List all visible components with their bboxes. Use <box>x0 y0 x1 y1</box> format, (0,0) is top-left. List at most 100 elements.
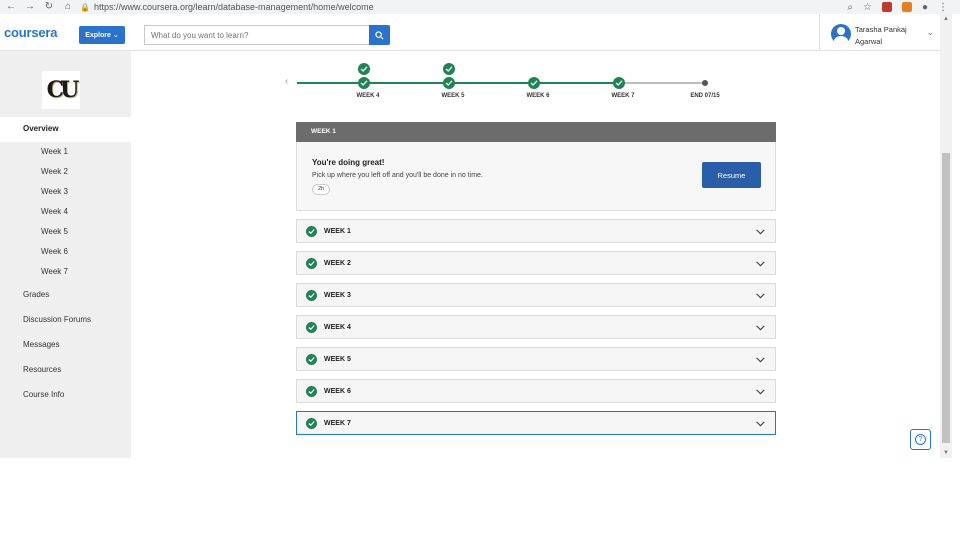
user-name-line1: Tarasha Pankaj <box>855 25 907 34</box>
browser-actions: ⌕ ☆ ● ⋮ <box>847 0 948 14</box>
zoom-icon[interactable]: ⌕ <box>847 2 853 13</box>
chevron-down-icon <box>756 229 765 235</box>
home-icon[interactable]: ⌂ <box>63 1 73 13</box>
help-button[interactable]: ? <box>910 429 931 450</box>
check-circle-icon <box>613 77 625 89</box>
sidebar-item-week-5[interactable]: Week 5 <box>41 226 68 246</box>
course-sidebar: CU Overview Week 1 Week 2 Week 3 Week 4 … <box>0 51 131 458</box>
menu-icon[interactable]: ⋮ <box>938 2 948 13</box>
week-accordion-item[interactable]: WEEK 3 <box>296 283 776 307</box>
timeline-label-week-6: WEEK 6 <box>526 93 550 99</box>
cu-logo-mark: CU <box>46 77 80 103</box>
explore-label: Explore <box>85 31 111 39</box>
check-circle-icon <box>306 226 317 237</box>
avatar <box>831 24 851 44</box>
site-header: coursera Explore ⌄ Tarasha Pankaj Agarwa… <box>0 14 940 51</box>
time-badge: 2h <box>312 184 331 195</box>
week-label: WEEK 3 <box>324 292 351 299</box>
browser-toolbar: ← → ↻ ⌂ 🔒 https://www.coursera.org/learn… <box>0 0 960 14</box>
resume-button[interactable]: Resume <box>702 162 761 188</box>
check-circle-icon <box>306 322 317 333</box>
sidebar-item-overview[interactable]: Overview <box>0 117 131 142</box>
scrollbar-thumb[interactable] <box>942 153 950 443</box>
check-circle-icon <box>443 63 455 75</box>
card-title: You're doing great! <box>312 158 385 167</box>
star-icon[interactable]: ☆ <box>863 2 872 13</box>
week-label: WEEK 4 <box>324 324 351 331</box>
week-accordion-item[interactable]: WEEK 1 <box>296 219 776 243</box>
check-circle-icon <box>528 77 540 89</box>
week-accordion-item[interactable]: WEEK 2 <box>296 251 776 275</box>
address-bar[interactable]: 🔒 https://www.coursera.org/learn/databas… <box>80 2 374 12</box>
help-icon: ? <box>915 434 926 445</box>
sidebar-item-week-7[interactable]: Week 7 <box>41 266 68 286</box>
timeline-remaining-line <box>619 82 705 84</box>
search-icon <box>375 30 384 40</box>
university-logo[interactable]: CU <box>42 71 80 109</box>
sidebar-item-week-2[interactable]: Week 2 <box>41 166 68 186</box>
sidebar-item-grades[interactable]: Grades <box>23 289 91 314</box>
current-week-card: You're doing great! Pick up where you le… <box>296 142 776 211</box>
lock-icon: 🔒 <box>80 2 90 12</box>
arrow-right-icon[interactable]: → <box>25 1 35 13</box>
chevron-left-icon[interactable]: ‹ <box>285 76 288 87</box>
sidebar-item-week-1[interactable]: Week 1 <box>41 146 68 166</box>
check-circle-icon <box>306 418 317 429</box>
explore-button[interactable]: Explore ⌄ <box>79 26 125 44</box>
sidebar-item-resources[interactable]: Resources <box>23 364 91 389</box>
check-circle-icon <box>306 258 317 269</box>
browser-nav: ← → ↻ ⌂ <box>0 1 80 13</box>
sidebar-weeks: Week 1 Week 2 Week 3 Week 4 Week 5 Week … <box>41 146 68 286</box>
sidebar-item-week-4[interactable]: Week 4 <box>41 206 68 226</box>
chevron-down-icon <box>756 357 765 363</box>
user-menu[interactable]: Tarasha Pankaj Agarwal ⌄ <box>819 14 940 51</box>
chevron-down-icon <box>756 389 765 395</box>
chevron-down-icon <box>756 293 765 299</box>
week-accordion-item[interactable]: WEEK 5 <box>296 347 776 371</box>
chevron-down-icon <box>756 261 765 267</box>
scroll-down-icon[interactable]: ▼ <box>943 450 949 456</box>
user-name: Tarasha Pankaj Agarwal <box>855 24 921 48</box>
search-input[interactable] <box>144 25 370 45</box>
sidebar-item-messages[interactable]: Messages <box>23 339 91 364</box>
check-circle-icon <box>306 290 317 301</box>
week-label: WEEK 2 <box>324 260 351 267</box>
profile-icon[interactable]: ● <box>922 2 928 13</box>
check-circle-icon <box>306 386 317 397</box>
reload-icon[interactable]: ↻ <box>44 1 54 13</box>
week-label: WEEK 5 <box>324 356 351 363</box>
sidebar-item-week-6[interactable]: Week 6 <box>41 246 68 266</box>
chevron-down-icon <box>756 421 765 427</box>
arrow-left-icon[interactable]: ← <box>6 1 16 13</box>
week-accordion-item[interactable]: WEEK 6 <box>296 379 776 403</box>
scroll-up-icon[interactable]: ▲ <box>943 16 949 22</box>
timeline-label-week-7: WEEK 7 <box>611 93 635 99</box>
progress-timeline: ‹ WEEK 4 WEEK 5 WEEK 6 WEEK 7 END 07/15 <box>285 56 735 106</box>
timeline-label-week-5: WEEK 5 <box>441 93 465 99</box>
sidebar-item-week-3[interactable]: Week 3 <box>41 186 68 206</box>
check-circle-icon <box>443 77 455 89</box>
user-name-line2: Agarwal <box>855 37 883 46</box>
sidebar-links: Grades Discussion Forums Messages Resour… <box>23 289 91 414</box>
week-label: WEEK 1 <box>324 228 351 235</box>
end-marker <box>702 80 708 86</box>
page-scrollbar[interactable]: ▲ ▼ <box>940 14 952 458</box>
card-subtitle: Pick up where you left off and you'll be… <box>312 172 483 179</box>
extension-icon[interactable] <box>901 2 912 12</box>
url-text: https://www.coursera.org/learn/database-… <box>93 2 374 12</box>
timeline-label-week-4: WEEK 4 <box>356 93 380 99</box>
current-week-header: WEEK 1 <box>296 122 776 142</box>
sidebar-item-discussion-forums[interactable]: Discussion Forums <box>23 314 91 339</box>
coursera-logo[interactable]: coursera <box>4 25 58 40</box>
week-accordion-item[interactable]: WEEK 7 <box>296 411 776 435</box>
chevron-down-icon: ⌄ <box>112 32 119 39</box>
chevron-down-icon: ⌄ <box>926 27 934 37</box>
sidebar-item-course-info[interactable]: Course Info <box>23 389 91 414</box>
chevron-down-icon <box>756 325 765 331</box>
timeline-label-end: END 07/15 <box>690 93 720 99</box>
week-label: WEEK 7 <box>324 420 351 427</box>
extension-icon[interactable] <box>881 2 892 12</box>
week-accordion-item[interactable]: WEEK 4 <box>296 315 776 339</box>
check-circle-icon <box>358 63 370 75</box>
search-button[interactable] <box>369 25 390 45</box>
